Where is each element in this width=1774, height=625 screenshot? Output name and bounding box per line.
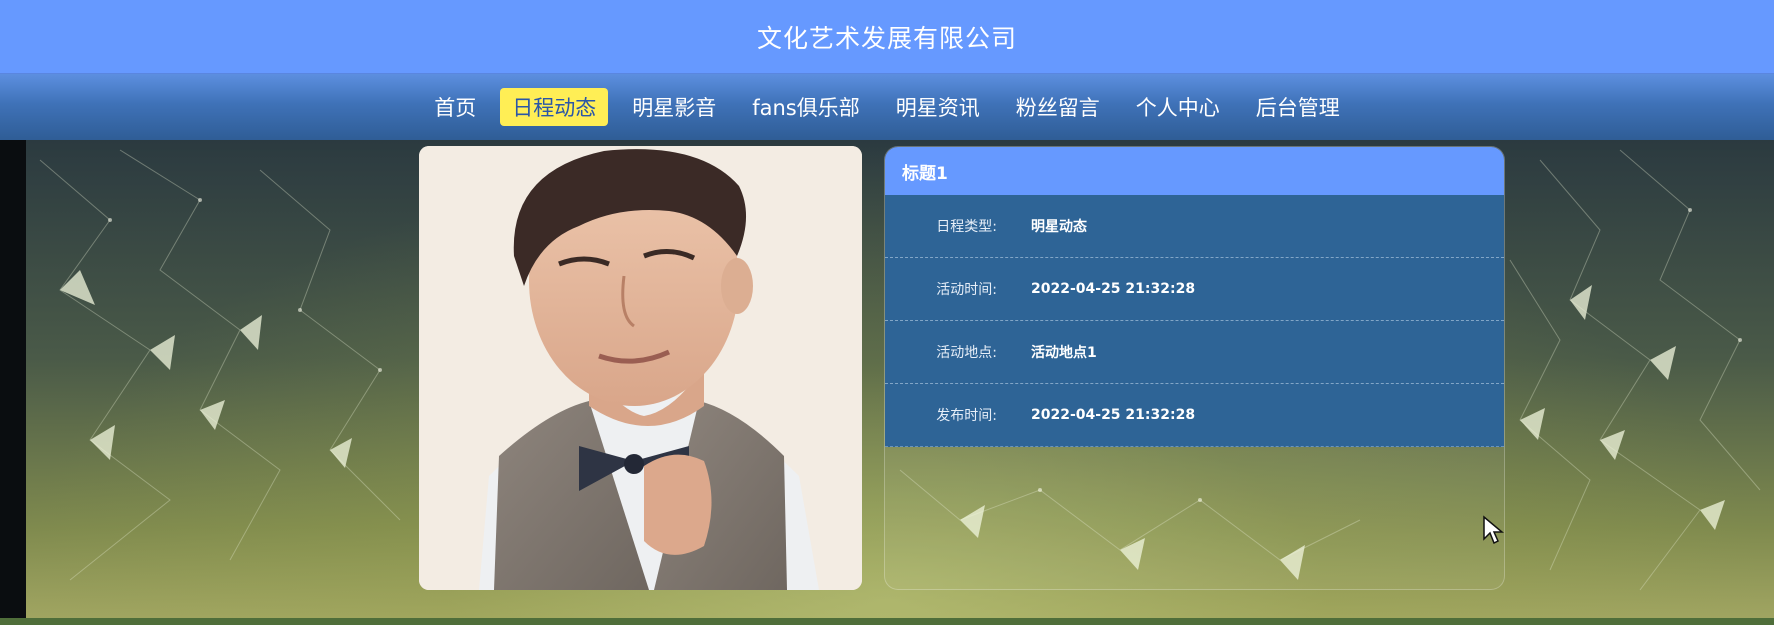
detail-label: 发布时间: xyxy=(936,408,997,424)
detail-value: 2022-04-25 21:32:28 xyxy=(1031,281,1196,297)
nav-item-news[interactable]: 明星资讯 xyxy=(884,88,992,126)
nav-item-profile[interactable]: 个人中心 xyxy=(1124,88,1232,126)
portrait-image xyxy=(419,146,862,590)
nav-item-home[interactable]: 首页 xyxy=(422,88,488,126)
site-title: 文化艺术发展有限公司 xyxy=(756,23,1017,53)
nav-item-schedule[interactable]: 日程动态 xyxy=(500,88,609,126)
nav-item-media[interactable]: 明星影音 xyxy=(620,88,728,126)
nav-item-messages[interactable]: 粉丝留言 xyxy=(1004,88,1112,126)
site-header: 文化艺术发展有限公司 xyxy=(0,0,1774,74)
detail-row-event-time: 活动时间: 2022-04-25 21:32:28 xyxy=(885,258,1504,321)
main-nav: 首页 日程动态 明星影音 fans俱乐部 明星资讯 粉丝留言 个人中心 后台管理 xyxy=(0,74,1774,140)
nav-item-admin[interactable]: 后台管理 xyxy=(1244,88,1352,126)
detail-value: 2022-04-25 21:32:28 xyxy=(1031,407,1196,423)
schedule-detail-card: 标题1 日程类型: 明星动态 活动时间: 2022-04-25 21:32:28… xyxy=(884,146,1505,590)
bottom-strip xyxy=(0,618,1774,625)
detail-label: 活动地点: xyxy=(936,345,997,361)
detail-label: 活动时间: xyxy=(936,282,997,298)
detail-label: 日程类型: xyxy=(936,219,997,235)
mouse-pointer-icon xyxy=(1483,515,1504,545)
detail-row-type: 日程类型: 明星动态 xyxy=(885,195,1504,258)
detail-row-location: 活动地点: 活动地点1 xyxy=(885,321,1504,384)
detail-value: 明星动态 xyxy=(1031,219,1087,235)
detail-title: 标题1 xyxy=(885,147,1504,195)
detail-row-publish-time: 发布时间: 2022-04-25 21:32:28 xyxy=(885,384,1504,447)
star-photo[interactable] xyxy=(419,146,862,590)
nav-item-fans-club[interactable]: fans俱乐部 xyxy=(740,88,872,126)
left-edge-shade xyxy=(0,140,26,625)
detail-table: 日程类型: 明星动态 活动时间: 2022-04-25 21:32:28 活动地… xyxy=(885,195,1504,447)
detail-value: 活动地点1 xyxy=(1031,345,1097,361)
